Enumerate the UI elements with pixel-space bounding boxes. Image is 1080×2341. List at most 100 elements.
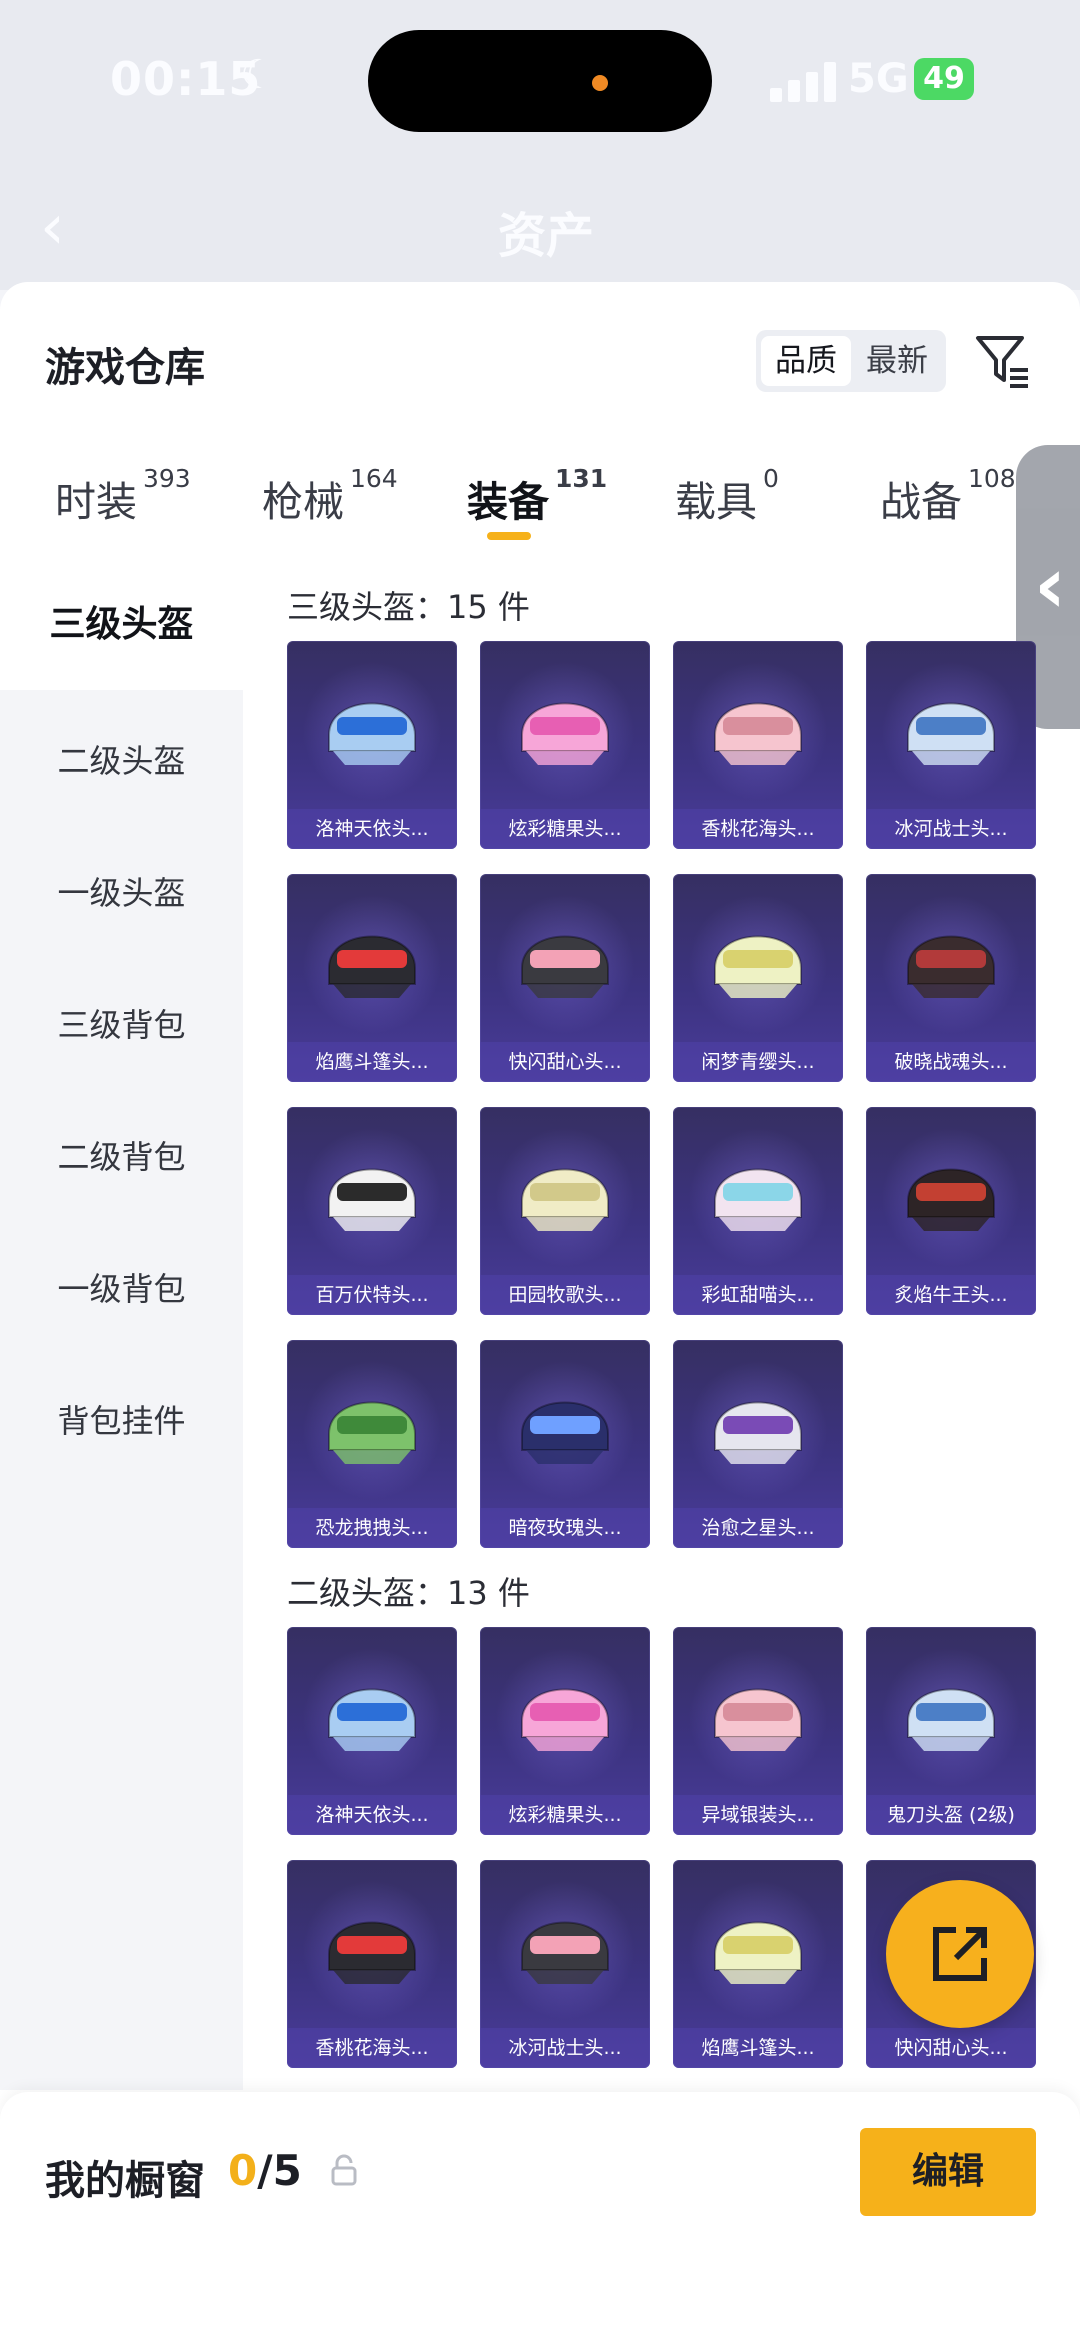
helmet-item-card[interactable]: 焰鹰斗篷头... [287,874,457,1082]
item-name: 冰河战士头... [480,2028,650,2068]
helmet-icon [907,935,995,998]
sidebar-item-level1-helmet[interactable]: 一级头盔 [0,868,243,914]
item-name: 香桃花海头... [287,2028,457,2068]
helmet-icon [714,1688,802,1751]
helmet-icon [328,1921,416,1984]
sort-newest-button[interactable]: 最新 [852,336,942,386]
item-name: 洛神天依头... [287,809,457,849]
helmet-icon [521,702,609,765]
warehouse-title: 游戏仓库 [45,345,205,391]
item-name: 炫彩糖果头... [480,809,650,849]
sidebar-item-level2-backpack[interactable]: 二级背包 [0,1132,243,1178]
tab-guns[interactable]: 枪械 164 [262,464,398,528]
helmet-icon [328,702,416,765]
page-title: 资产 [498,208,595,264]
sidebar-item-level2-helmet[interactable]: 二级头盔 [0,736,243,782]
status-time: 00:15 [110,52,262,106]
sort-quality-button[interactable]: 品质 [761,336,851,386]
tab-vehicles[interactable]: 载具 0 [675,464,779,528]
item-name: 治愈之星头... [673,1508,843,1548]
share-icon [933,1927,987,1981]
helmet-icon [714,1401,802,1464]
tab-equipment[interactable]: 装备 131 [467,464,607,528]
helmet-icon [521,1921,609,1984]
item-name: 百万伏特头... [287,1275,457,1315]
signal-icon [770,58,850,102]
helmet-icon [714,1168,802,1231]
helmet-item-card[interactable]: 洛神天依头... [287,1627,457,1835]
helmet-icon [521,1401,609,1464]
helmet-item-card[interactable]: 治愈之星头... [673,1340,843,1548]
chevron-left-icon: ‹ [1034,541,1067,631]
helmet-item-card[interactable]: 恐龙拽拽头... [287,1340,457,1548]
helmet-item-card[interactable]: 炫彩糖果头... [480,1627,650,1835]
sidebar-item-level3-helmet[interactable]: 三级头盔 [0,560,243,690]
item-name: 冰河战士头... [866,809,1036,849]
helmet-item-card[interactable]: 香桃花海头... [287,1860,457,2068]
share-button[interactable] [886,1880,1034,2028]
helmet-item-card[interactable]: 快闪甜心头... [480,874,650,1082]
item-name: 异域银装头... [673,1795,843,1835]
helmet-item-card[interactable]: 彩虹甜喵头... [673,1107,843,1315]
helmet-item-card[interactable]: 闲梦青缨头... [673,874,843,1082]
helmet-icon [328,1688,416,1751]
helmet-icon [907,1168,995,1231]
tab-supplies[interactable]: 战备 108 [880,464,1016,528]
item-name: 闲梦青缨头... [673,1042,843,1082]
moon-icon: ☾ [240,52,276,98]
helmet-item-card[interactable]: 田园牧歌头... [480,1107,650,1315]
item-name: 洛神天依头... [287,1795,457,1835]
tab-fashion[interactable]: 时装 393 [55,464,191,528]
network-type: 5G [848,56,909,102]
helmet-icon [714,935,802,998]
lock-icon [331,2154,357,2186]
sidebar-item-level1-backpack[interactable]: 一级背包 [0,1264,243,1310]
helmet-item-card[interactable]: 冰河战士头... [480,1860,650,2068]
subcategory-sidebar: 三级头盔 二级头盔 一级头盔 三级背包 二级背包 一级背包 背包挂件 [0,560,243,2090]
helmet-icon [521,1688,609,1751]
helmet-icon [714,702,802,765]
helmet-icon [328,935,416,998]
helmet-item-card[interactable]: 百万伏特头... [287,1107,457,1315]
item-name: 快闪甜心头... [866,2028,1036,2068]
sidebar-item-level3-backpack[interactable]: 三级背包 [0,1000,243,1046]
dynamic-island [368,30,712,132]
sort-toggle[interactable]: 品质 最新 [756,330,946,392]
recording-indicator [592,75,608,91]
edit-button[interactable]: 编辑 [860,2128,1036,2216]
helmet-icon [328,1401,416,1464]
helmet-item-card[interactable]: 焰鹰斗篷头... [673,1860,843,2068]
helmet-item-card[interactable]: 暗夜玫瑰头... [480,1340,650,1548]
item-name: 暗夜玫瑰头... [480,1508,650,1548]
showcase-label: 我的橱窗 [45,2158,205,2204]
item-name: 焰鹰斗篷头... [673,2028,843,2068]
item-name: 田园牧歌头... [480,1275,650,1315]
item-name: 快闪甜心头... [480,1042,650,1082]
item-name: 破晓战魂头... [866,1042,1036,1082]
helmet-icon [714,1921,802,1984]
helmet-item-card[interactable]: 鬼刀头盔 (2级) [866,1627,1036,1835]
filter-icon[interactable] [974,332,1032,390]
helmet-item-card[interactable]: 洛神天依头... [287,641,457,849]
helmet-icon [907,1688,995,1751]
active-tab-indicator [487,532,531,540]
helmet-item-card[interactable]: 炫彩糖果头... [480,641,650,849]
helmet-item-card[interactable]: 冰河战士头... [866,641,1036,849]
helmet-icon [328,1168,416,1231]
showcase-count: 0/5 [228,2146,302,2195]
item-name: 焰鹰斗篷头... [287,1042,457,1082]
section-title-level3: 三级头盔：15 件 [287,588,530,626]
helmet-icon [521,1168,609,1231]
helmet-icon [907,702,995,765]
helmet-item-card[interactable]: 炙焰牛王头... [866,1107,1036,1315]
back-arrow-icon[interactable]: ‹ [40,190,65,263]
item-name: 炙焰牛王头... [866,1275,1036,1315]
battery-indicator: 49 [914,58,974,100]
helmet-item-card[interactable]: 香桃花海头... [673,641,843,849]
sidebar-item-backpack-charms[interactable]: 背包挂件 [0,1396,243,1442]
item-name: 彩虹甜喵头... [673,1275,843,1315]
item-name: 恐龙拽拽头... [287,1508,457,1548]
helmet-item-card[interactable]: 破晓战魂头... [866,874,1036,1082]
helmet-icon [521,935,609,998]
helmet-item-card[interactable]: 异域银装头... [673,1627,843,1835]
